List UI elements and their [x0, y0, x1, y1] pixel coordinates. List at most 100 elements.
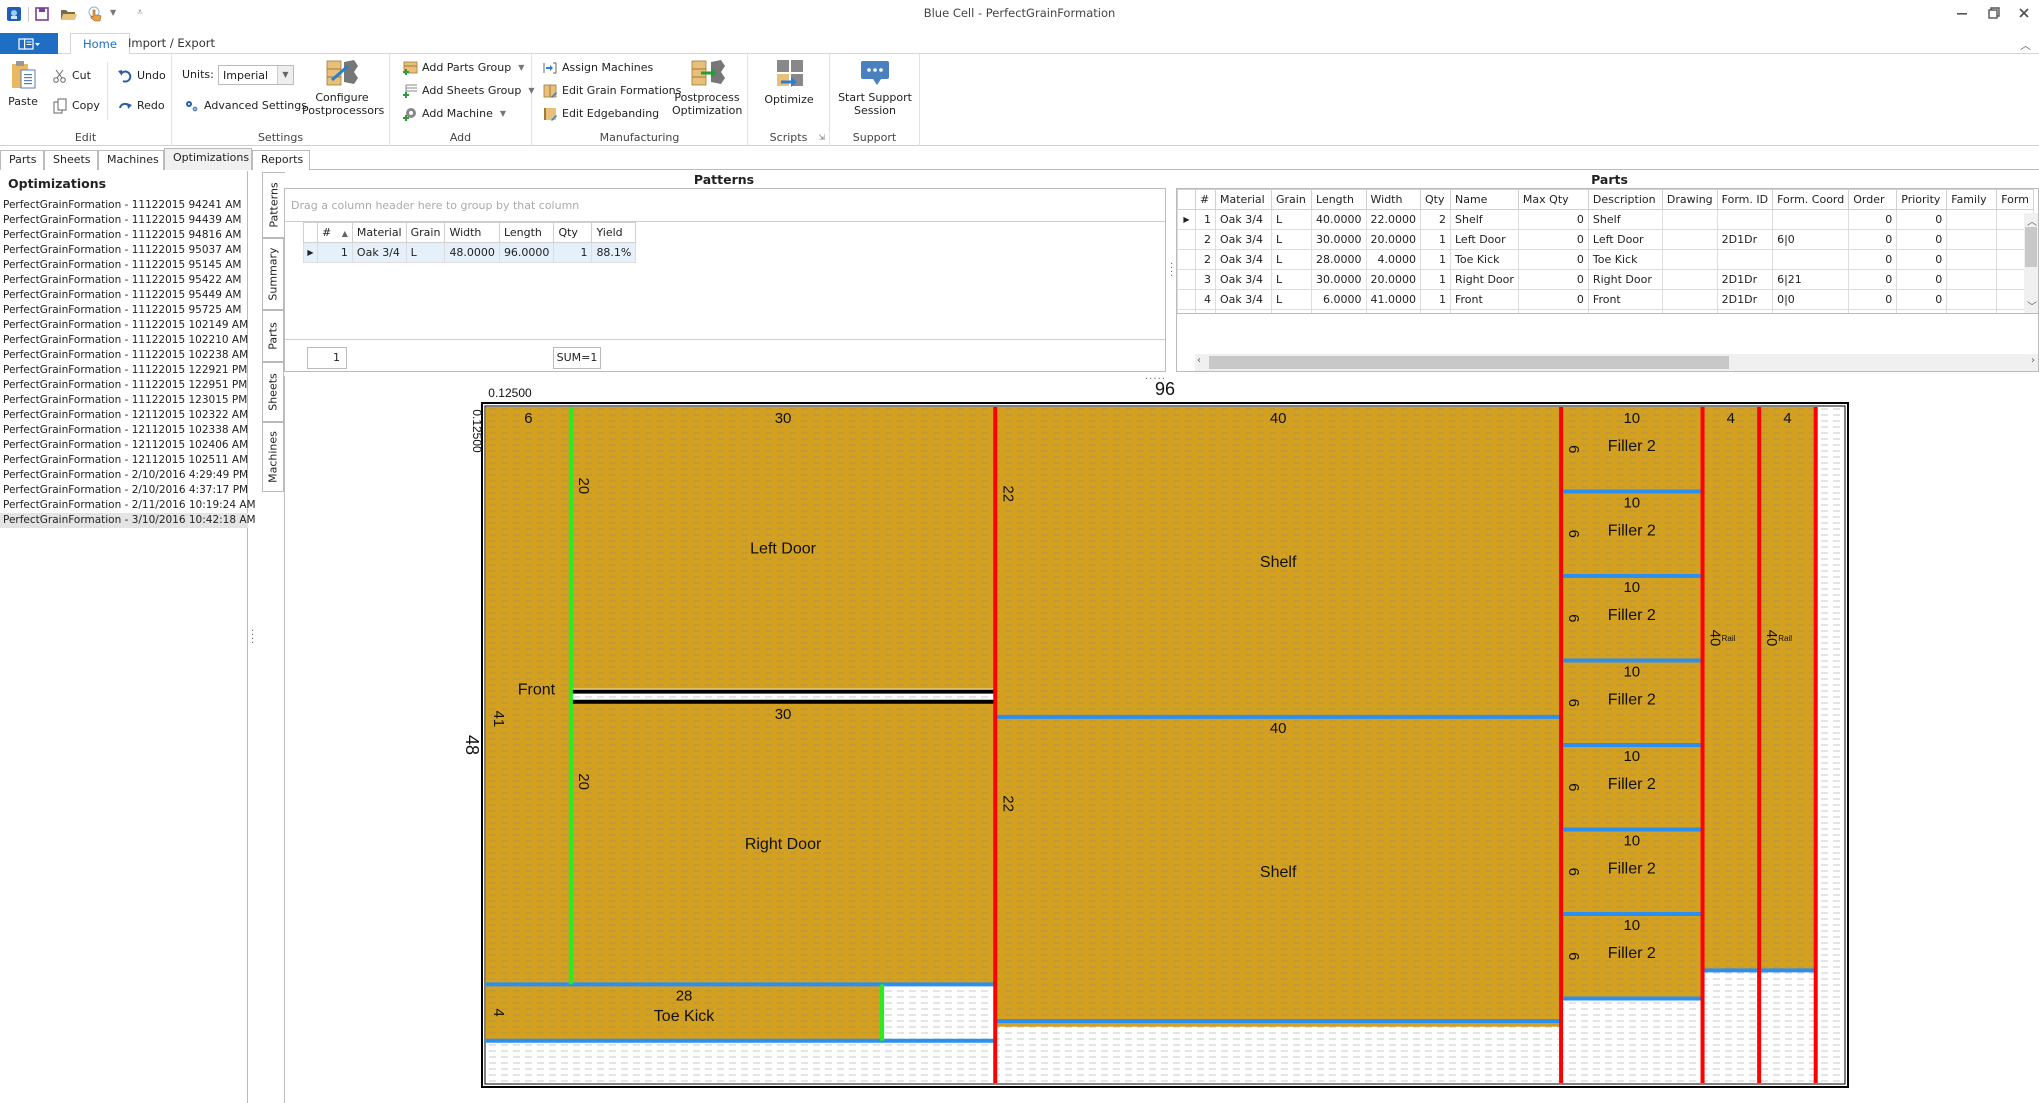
table-cell[interactable]: 0 [1896, 269, 1948, 290]
table-cell[interactable]: Oak 3/4 [1215, 209, 1272, 230]
table-cell[interactable]: 0 [1896, 209, 1948, 230]
cut-button[interactable]: Cut [52, 66, 91, 86]
column-header[interactable]: Qty [1420, 189, 1451, 210]
table-cell[interactable]: 1 [1420, 269, 1451, 290]
add-machine-button[interactable]: Add Machine ▼ [402, 104, 506, 124]
table-cell[interactable]: L [405, 242, 446, 263]
add-parts-group-button[interactable]: Add Parts Group ▼ [402, 58, 524, 78]
column-header[interactable]: Name [1450, 189, 1519, 210]
table-cell[interactable]: 2D1Dr [1716, 229, 1774, 250]
table-cell[interactable] [1661, 269, 1718, 290]
column-header[interactable]: Material [1215, 189, 1272, 210]
optimization-list-item[interactable]: PerfectGrainFormation - 12112015 102406 … [0, 438, 248, 453]
table-cell[interactable]: 6.0000 [1311, 289, 1367, 310]
table-cell[interactable]: 1 [317, 242, 353, 263]
side-tab-sheets[interactable]: Sheets [262, 362, 284, 422]
tab-optimizations[interactable]: Optimizations [164, 148, 252, 170]
table-cell[interactable]: 0 [1517, 249, 1589, 270]
table-cell[interactable]: 0 [1848, 289, 1898, 310]
optimizations-list[interactable]: PerfectGrainFormation - 11122015 94241 A… [0, 198, 256, 528]
table-cell[interactable]: 1 [1420, 289, 1451, 310]
assign-machines-button[interactable]: Assign Machines [542, 58, 653, 78]
table-cell[interactable]: 3 [1195, 269, 1216, 290]
copy-button[interactable]: Copy [52, 96, 100, 116]
undo-button[interactable]: Undo [117, 66, 166, 86]
table-row[interactable]: ▶ 1 Oak 3/4 L 48.0000 96.0000 1 88.1% [303, 242, 637, 263]
column-header[interactable]: Length [1311, 189, 1367, 210]
table-cell[interactable]: 0 [1848, 269, 1898, 290]
scroll-left-icon[interactable]: ‹ [1197, 355, 1201, 366]
scroll-right-icon[interactable]: › [2031, 355, 2035, 366]
table-cell[interactable] [1946, 249, 1998, 270]
table-cell[interactable]: 1 [1195, 209, 1216, 230]
table-cell[interactable] [1661, 229, 1718, 250]
table-cell[interactable]: 2 [1195, 249, 1216, 270]
table-cell[interactable]: 0 [1896, 229, 1948, 250]
table-cell[interactable]: 1 [1420, 249, 1451, 270]
column-header[interactable]: Grain [1271, 189, 1312, 210]
left-splitter-handle[interactable]: · · · · [251, 627, 254, 649]
tab-sheets[interactable]: Sheets [44, 150, 98, 170]
table-cell[interactable] [1661, 249, 1718, 270]
optimization-list-item[interactable]: PerfectGrainFormation - 11122015 95449 A… [0, 288, 248, 303]
paste-button[interactable]: Paste [6, 60, 40, 108]
table-cell[interactable]: Shelf [1587, 209, 1663, 230]
optimization-list-item[interactable]: PerfectGrainFormation - 12112015 102338 … [0, 423, 248, 438]
table-cell[interactable]: Left Door [1450, 229, 1519, 250]
table-cell[interactable]: 0 [1896, 289, 1948, 310]
table-cell[interactable]: Toe Kick [1587, 249, 1663, 270]
column-header[interactable]: Width [444, 222, 500, 243]
table-cell[interactable] [1946, 269, 1998, 290]
start-support-session-button[interactable]: Start Support Session [834, 58, 916, 117]
column-header[interactable]: Yield [591, 222, 637, 243]
side-tab-patterns[interactable]: Patterns [262, 172, 285, 238]
redo-button[interactable]: Redo [117, 96, 165, 116]
optimization-list-item[interactable]: PerfectGrainFormation - 11122015 122951 … [0, 378, 248, 393]
table-row[interactable]: 4 Oak 3/4 L 6.0000 41.0000 1 Front 0 Front 2D1Dr 0… [1177, 289, 2034, 310]
table-cell[interactable]: 48.0000 [444, 242, 500, 263]
table-cell[interactable] [1946, 289, 1998, 310]
table-cell[interactable]: Oak 3/4 [1215, 289, 1272, 310]
table-cell[interactable]: 30.0000 [1311, 269, 1367, 290]
table-cell[interactable]: 88.1% [591, 242, 637, 263]
table-cell[interactable]: 6|21 [1772, 269, 1850, 290]
add-sheets-group-button[interactable]: Add Sheets Group ▼ [402, 81, 534, 101]
side-tab-machines[interactable]: Machines [262, 422, 284, 492]
table-cell[interactable]: 22.0000 [1365, 209, 1421, 230]
middle-splitter-handle[interactable]: · · · · [1170, 260, 1173, 282]
table-cell[interactable]: Oak 3/4 [1215, 249, 1272, 270]
table-cell[interactable]: Oak 3/4 [1215, 229, 1272, 250]
table-cell[interactable]: 1 [553, 242, 593, 263]
table-cell[interactable] [1946, 209, 1998, 230]
optimization-list-item[interactable]: PerfectGrainFormation - 2/10/2016 4:37:1… [0, 483, 248, 498]
table-cell[interactable]: 4.0000 [1365, 249, 1421, 270]
scrollbar-thumb[interactable] [1209, 356, 1729, 369]
optimization-list-item[interactable]: PerfectGrainFormation - 11122015 123015 … [0, 393, 248, 408]
column-header[interactable]: Length [498, 222, 555, 243]
column-header[interactable]: Max Qty [1517, 189, 1589, 210]
column-header[interactable]: Order [1848, 189, 1898, 210]
column-header[interactable]: # ▲ [317, 222, 353, 243]
optimization-list-item[interactable]: PerfectGrainFormation - 11122015 95725 A… [0, 303, 248, 318]
side-tab-summary[interactable]: Summary [262, 238, 284, 310]
table-cell[interactable]: 41.0000 [1365, 289, 1421, 310]
table-cell[interactable]: L [1271, 269, 1312, 290]
column-header[interactable]: # [1195, 189, 1216, 210]
scroll-down-icon[interactable]: ﹀ [2027, 298, 2037, 313]
table-cell[interactable]: Left Door [1587, 229, 1663, 250]
table-cell[interactable]: 20.0000 [1365, 269, 1421, 290]
optimization-list-item[interactable]: PerfectGrainFormation - 12112015 102511 … [0, 453, 248, 468]
column-header[interactable]: Drawing [1661, 189, 1718, 210]
table-cell[interactable]: 0 [1848, 209, 1898, 230]
table-cell[interactable]: Toe Kick [1450, 249, 1519, 270]
table-cell[interactable]: 40.0000 [1311, 209, 1367, 230]
minimize-icon[interactable] [1950, 6, 1974, 24]
table-cell[interactable] [1716, 249, 1774, 270]
table-cell[interactable] [1772, 249, 1850, 270]
table-cell[interactable]: L [1271, 249, 1312, 270]
ribbon-tab-import-export[interactable]: Import / Export [116, 33, 227, 55]
tab-reports[interactable]: Reports [252, 150, 310, 170]
column-header[interactable]: Width [1365, 189, 1421, 210]
optimization-list-item[interactable]: PerfectGrainFormation - 3/10/2016 10:42:… [0, 513, 256, 528]
optimization-list-item[interactable]: PerfectGrainFormation - 2/11/2016 10:19:… [0, 498, 256, 513]
